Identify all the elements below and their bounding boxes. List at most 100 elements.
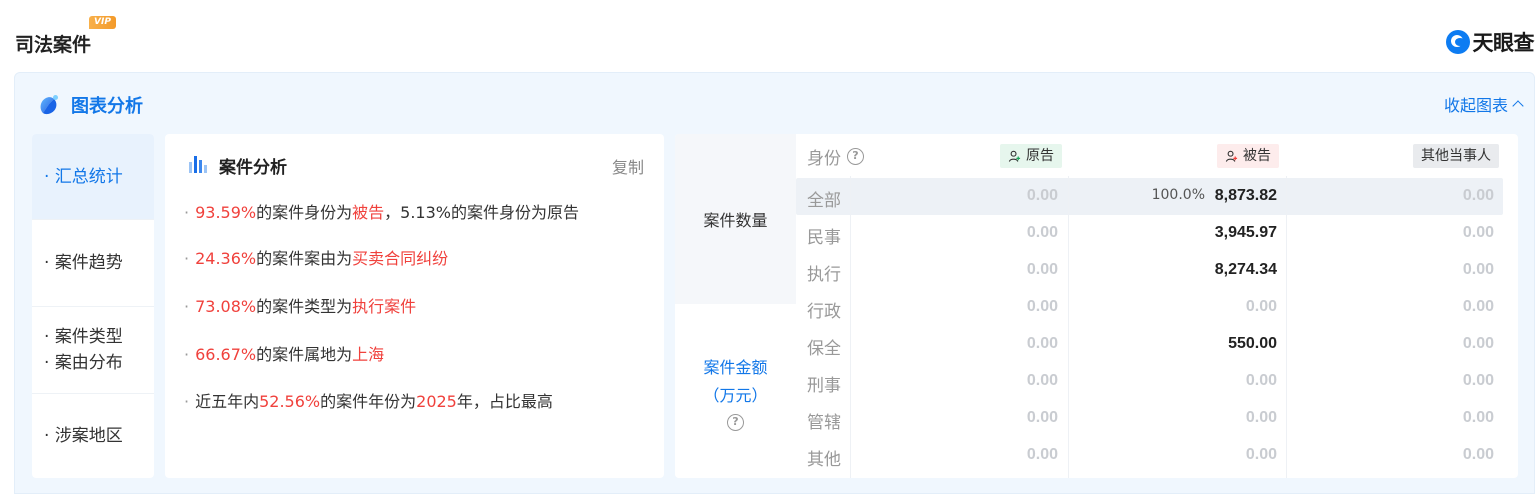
metric-case-count[interactable]: 案件数量 — [675, 134, 796, 306]
plaintiff-value: 0.00 — [1026, 298, 1058, 315]
table-row[interactable]: 管辖 0.00 0.00 0.00 — [796, 400, 1503, 437]
defendant-label: 被告 — [1243, 148, 1271, 164]
other-party-value: 0.00 — [1462, 261, 1494, 278]
row-label: 执行 — [807, 265, 841, 285]
analysis-bullet: · 93.59%的案件身份为被告，5.13%的案件身份为原告 — [184, 199, 579, 223]
plaintiff-label: 原告 — [1026, 148, 1054, 164]
sidebar-item-label: 案件类型 — [44, 324, 154, 350]
collapse-chart-button[interactable]: 收起图表 — [1443, 92, 1524, 116]
bullet-dot: · — [184, 392, 190, 411]
chart-analysis-panel: 图表分析 收起图表 汇总统计 案件趋势 案件类型 案由分布 涉案地区 案件分析 … — [14, 72, 1535, 494]
defendant-value: 0.00 — [1245, 372, 1277, 389]
defendant-column-tag: 被告 — [1217, 144, 1279, 168]
brand-logo[interactable]: 天眼查 — [1445, 28, 1534, 56]
top-header: 司法案件 VIP 天眼查 — [0, 0, 1540, 72]
plaintiff-value: 0.00 — [1026, 372, 1058, 389]
sidebar-nav: 汇总统计 案件趋势 案件类型 案由分布 涉案地区 — [32, 134, 154, 478]
other-party-label: 其他当事人 — [1421, 148, 1491, 164]
chevron-up-icon — [1512, 100, 1524, 112]
metric-amount-unit: （万元） — [703, 385, 768, 405]
other-party-value: 0.00 — [1462, 187, 1494, 204]
highlight-text: 买卖合同纠纷 — [352, 249, 449, 268]
analysis-title: 案件分析 — [219, 158, 287, 178]
vip-badge: VIP — [89, 16, 116, 29]
row-label: 行政 — [807, 302, 841, 322]
highlight-text: 73.08% — [195, 297, 257, 316]
user-minus-icon — [1225, 150, 1238, 162]
tianyancha-logo-icon — [1445, 30, 1470, 54]
page-title: 司法案件 — [15, 34, 92, 56]
plaintiff-value: 0.00 — [1026, 187, 1058, 204]
analysis-bullet: · 66.67%的案件属地为上海 — [184, 341, 384, 365]
copy-button[interactable]: 复制 — [612, 154, 644, 178]
defendant-value: 8,873.82 — [1214, 187, 1277, 204]
row-label: 管辖 — [807, 413, 841, 433]
metric-case-amount[interactable]: 案件金额 （万元） ? — [675, 306, 796, 478]
column-divider — [850, 176, 851, 478]
plaintiff-column-tag: 原告 — [1000, 144, 1062, 168]
sidebar-item-type-cause[interactable]: 案件类型 案由分布 — [32, 307, 154, 394]
plaintiff-value: 0.00 — [1026, 409, 1058, 426]
bullet-dot: · — [184, 297, 190, 316]
highlight-text: 24.36% — [195, 249, 257, 268]
sidebar-item-label: 案由分布 — [44, 350, 154, 376]
column-divider — [1286, 176, 1287, 478]
user-plus-icon — [1008, 150, 1021, 162]
metric-amount-label: 案件金额 — [703, 357, 768, 377]
plaintiff-value: 0.00 — [1026, 261, 1058, 278]
table-row[interactable]: 执行 0.00 8,274.34 0.00 — [796, 252, 1503, 289]
sidebar-item-trend[interactable]: 案件趋势 — [32, 220, 154, 307]
analysis-bullet: · 24.36%的案件案由为买卖合同纠纷 — [184, 245, 448, 269]
bullet-text: 的案件属地为 — [256, 345, 353, 364]
other-party-value: 0.00 — [1462, 224, 1494, 241]
highlight-text: 执行案件 — [352, 297, 417, 316]
panel-header: 图表分析 收起图表 — [15, 73, 1534, 133]
analysis-bullet: · 近五年内52.56%的案件年份为2025年，占比最高 — [184, 388, 553, 412]
table-row[interactable]: 刑事 0.00 0.00 0.00 — [796, 363, 1503, 400]
bullet-text: 的案件案由为 — [256, 249, 353, 268]
column-divider — [1068, 176, 1069, 478]
highlight-text: 52.56% — [259, 392, 321, 411]
row-label: 民事 — [807, 228, 841, 248]
case-stats-table: 案件数量 案件金额 （万元） ? 身份 ? 原告 被告 其他当事人 全部 0.0… — [675, 134, 1518, 478]
table-row[interactable]: 民事 0.00 3,945.97 0.00 — [796, 215, 1503, 252]
defendant-value: 0.00 — [1245, 446, 1277, 463]
table-row[interactable]: 保全 0.00 550.00 0.00 — [796, 326, 1503, 363]
metric-switcher: 案件数量 案件金额 （万元） ? — [675, 134, 796, 478]
row-label: 其他 — [807, 450, 841, 470]
row-label: 保全 — [807, 339, 841, 359]
other-party-value: 0.00 — [1462, 372, 1494, 389]
table-row[interactable]: 行政 0.00 0.00 0.00 — [796, 289, 1503, 326]
defendant-value: 8,274.34 — [1214, 261, 1277, 278]
other-party-value: 0.00 — [1462, 409, 1494, 426]
panel-title: 图表分析 — [71, 96, 143, 117]
sidebar-item-label: 汇总统计 — [44, 164, 154, 190]
help-icon[interactable]: ? — [727, 413, 744, 431]
table-row[interactable]: 其他 0.00 0.00 0.00 — [796, 437, 1503, 474]
other-party-value: 0.00 — [1462, 298, 1494, 315]
bullet-text: 的案件年份为 — [320, 392, 417, 411]
other-party-column-tag: 其他当事人 — [1413, 144, 1499, 168]
plaintiff-value: 0.00 — [1026, 224, 1058, 241]
bullet-text: 的案件类型为 — [256, 297, 353, 316]
highlight-text: 66.67% — [195, 345, 257, 364]
row-label: 全部 — [807, 191, 841, 211]
sidebar-item-region[interactable]: 涉案地区 — [32, 394, 154, 478]
metric-case-count-label: 案件数量 — [703, 211, 768, 230]
table-row[interactable]: 全部 0.00 100.0% 8,873.82 0.00 — [796, 178, 1503, 215]
analysis-bullet: · 73.08%的案件类型为执行案件 — [184, 293, 416, 317]
bullet-dot: · — [184, 203, 190, 222]
bullet-text: 近五年内 — [195, 392, 260, 411]
other-party-value: 0.00 — [1462, 335, 1494, 352]
sidebar-item-summary[interactable]: 汇总统计 — [32, 134, 154, 220]
table-header: 身份 ? 原告 被告 其他当事人 — [796, 134, 1518, 176]
bar-chart-icon — [189, 156, 207, 173]
help-icon[interactable]: ? — [847, 148, 864, 165]
bullet-text: 年，占比最高 — [456, 392, 553, 411]
other-party-value: 0.00 — [1462, 446, 1494, 463]
highlight-text: 93.59% — [195, 203, 257, 222]
collapse-chart-label: 收起图表 — [1443, 96, 1508, 115]
bullet-dot: · — [184, 249, 190, 268]
case-analysis-card: 案件分析 复制 · 93.59%的案件身份为被告，5.13%的案件身份为原告 · 24… — [165, 134, 664, 478]
bullet-text: 的案件身份为 — [256, 203, 353, 222]
